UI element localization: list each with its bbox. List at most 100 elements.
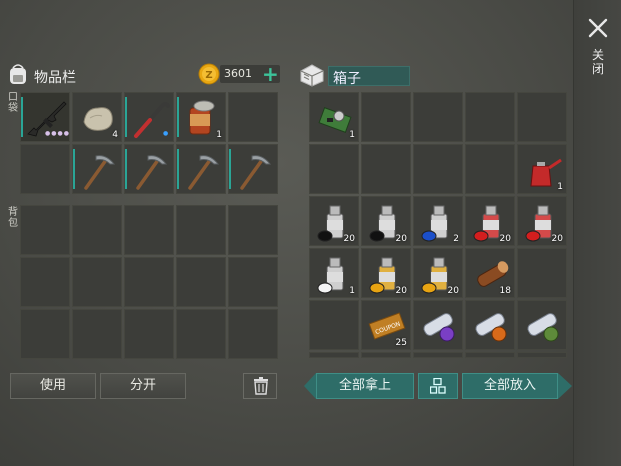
box-slot-12[interactable]: 20 bbox=[361, 196, 411, 246]
storage-box-icon bbox=[300, 64, 324, 87]
backpack-slot-7[interactable] bbox=[72, 257, 122, 307]
backpack-slot-12[interactable] bbox=[72, 309, 122, 359]
box-slot-20[interactable] bbox=[517, 248, 567, 298]
box-slot-partial bbox=[413, 352, 463, 358]
box-slot-14[interactable]: 20 bbox=[465, 196, 515, 246]
box-slot-21[interactable] bbox=[309, 300, 359, 350]
box-slot-5[interactable] bbox=[517, 92, 567, 142]
put-all-button[interactable]: 全部放入 bbox=[462, 373, 558, 399]
pocket-slot-5[interactable] bbox=[228, 92, 278, 142]
box-slot-13[interactable]: 2 bbox=[413, 196, 463, 246]
side-panel: 关闭 bbox=[573, 0, 621, 466]
box-slot-15[interactable]: 20 bbox=[517, 196, 567, 246]
backpack-slot-3[interactable] bbox=[124, 205, 174, 255]
box-slot-4[interactable] bbox=[465, 92, 515, 142]
item-quantity: 1 bbox=[557, 182, 563, 192]
item-quantity: 1 bbox=[216, 130, 222, 140]
backpack-icon bbox=[10, 64, 26, 84]
blueprint-purple-icon bbox=[423, 313, 455, 342]
backpack-slot-4[interactable] bbox=[176, 205, 226, 255]
take-all-button[interactable]: 全部拿上 bbox=[316, 373, 414, 399]
box-slot-8[interactable] bbox=[413, 144, 463, 194]
inventory-header: 物品栏 Z 3601 + bbox=[6, 60, 280, 90]
backpack-slot-1[interactable] bbox=[20, 205, 70, 255]
backpack-slot-13[interactable] bbox=[124, 309, 174, 359]
box-slot-7[interactable] bbox=[361, 144, 411, 194]
item-quantity: 25 bbox=[395, 338, 407, 348]
item-quantity: 4 bbox=[112, 130, 118, 140]
coin-icon: Z bbox=[198, 63, 220, 85]
box-slot-17[interactable]: 20 bbox=[361, 248, 411, 298]
box-slot-11[interactable]: 20 bbox=[309, 196, 359, 246]
svg-text:Z: Z bbox=[205, 70, 212, 81]
box-slot-18[interactable]: 20 bbox=[413, 248, 463, 298]
trash-button[interactable] bbox=[243, 373, 277, 399]
backpack-slot-10[interactable] bbox=[228, 257, 278, 307]
item-quantity: 1 bbox=[349, 130, 355, 140]
pocket-slot-4[interactable]: 1 bbox=[176, 92, 226, 142]
sort-grid-icon bbox=[430, 378, 446, 394]
box-slot-10[interactable]: 1 bbox=[517, 144, 567, 194]
blueprint-orange-icon bbox=[475, 313, 507, 342]
put-all-arrow-icon bbox=[558, 373, 572, 399]
take-all-arrow-icon bbox=[304, 373, 316, 399]
pocket-slot-1[interactable]: ●●●● bbox=[20, 92, 70, 142]
pocket-slot-7[interactable] bbox=[72, 144, 122, 194]
item-quantity: 18 bbox=[499, 286, 511, 296]
backpack-slot-11[interactable] bbox=[20, 309, 70, 359]
pocket-slot-6[interactable] bbox=[20, 144, 70, 194]
item-quantity: 2 bbox=[453, 234, 459, 244]
split-button[interactable]: 分开 bbox=[100, 373, 186, 399]
sort-button[interactable] bbox=[418, 373, 458, 399]
backpack-slot-5[interactable] bbox=[228, 205, 278, 255]
pocket-label: 口袋 bbox=[8, 92, 18, 114]
box-title-field: 箱子 bbox=[328, 66, 410, 87]
box-slot-23[interactable] bbox=[413, 300, 463, 350]
pocket-slot-9[interactable] bbox=[176, 144, 226, 194]
backpack-slot-14[interactable] bbox=[176, 309, 226, 359]
box-slot-6[interactable] bbox=[309, 144, 359, 194]
add-coins-button[interactable]: + bbox=[262, 62, 279, 86]
box-slot-25[interactable] bbox=[517, 300, 567, 350]
pocket-slot-3[interactable]: ● bbox=[124, 92, 174, 142]
trash-icon bbox=[254, 377, 268, 395]
pocket-slot-10[interactable] bbox=[228, 144, 278, 194]
box-slot-9[interactable] bbox=[465, 144, 515, 194]
item-quantity: 20 bbox=[343, 234, 355, 244]
coin-balance: 3601 + bbox=[220, 62, 280, 86]
box-slot-partial bbox=[309, 352, 359, 358]
box-slot-1[interactable]: 1 bbox=[309, 92, 359, 142]
box-slot-3[interactable] bbox=[413, 92, 463, 142]
pocket-slot-8[interactable] bbox=[124, 144, 174, 194]
box-slot-16[interactable]: 1 bbox=[309, 248, 359, 298]
pickaxe-icon bbox=[84, 155, 116, 190]
box-slot-2[interactable] bbox=[361, 92, 411, 142]
coin-amount: 3601 bbox=[224, 67, 252, 80]
pocket-slot-2[interactable]: 4 bbox=[72, 92, 122, 142]
backpack-slot-8[interactable] bbox=[124, 257, 174, 307]
item-quantity: 20 bbox=[447, 286, 459, 296]
box-slot-partial bbox=[465, 352, 515, 358]
box-slot-19[interactable]: 18 bbox=[465, 248, 515, 298]
pickaxe-icon bbox=[136, 155, 168, 190]
close-icon[interactable] bbox=[586, 16, 610, 40]
quality-dots: ● bbox=[163, 130, 170, 137]
use-button[interactable]: 使用 bbox=[10, 373, 96, 399]
box-slot-24[interactable] bbox=[465, 300, 515, 350]
pickaxe-icon bbox=[188, 155, 220, 190]
pickaxe-icon bbox=[240, 155, 272, 190]
backpack-slot-9[interactable] bbox=[176, 257, 226, 307]
backpack-slot-15[interactable] bbox=[228, 309, 278, 359]
backpack-label: 背包 bbox=[8, 207, 18, 229]
box-slot-partial bbox=[517, 352, 567, 358]
box-slot-22[interactable]: COUPON 25 bbox=[361, 300, 411, 350]
backpack-slot-6[interactable] bbox=[20, 257, 70, 307]
close-button[interactable]: 关闭 bbox=[590, 48, 606, 76]
inventory-title: 物品栏 bbox=[34, 70, 76, 86]
item-quantity: 1 bbox=[349, 286, 355, 296]
backpack-slot-2[interactable] bbox=[72, 205, 122, 255]
item-quantity: 20 bbox=[395, 286, 407, 296]
item-quantity: 20 bbox=[395, 234, 407, 244]
box-title: 箱子 bbox=[333, 71, 361, 87]
quality-dots: ●●●● bbox=[45, 130, 70, 137]
